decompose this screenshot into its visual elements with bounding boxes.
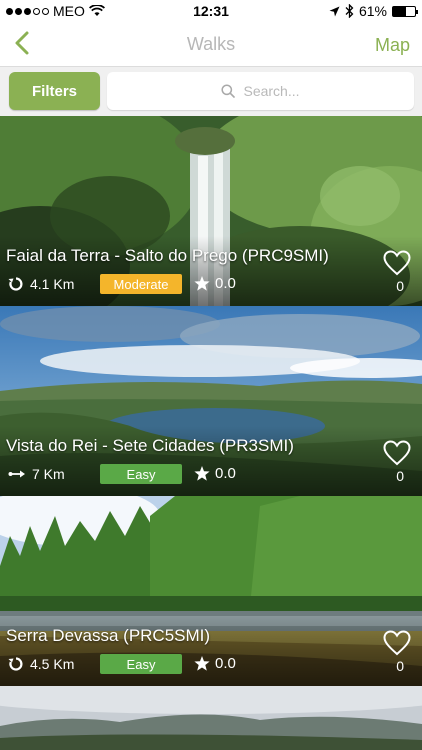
map-button[interactable]: Map (375, 35, 410, 56)
system-indicators: 61% (329, 3, 418, 19)
difficulty-badge: Moderate (100, 274, 182, 294)
walk-distance: 4.1 Km (8, 276, 74, 292)
walk-rating: 0.0 (194, 275, 236, 292)
bluetooth-icon (345, 4, 354, 18)
favorites-count: 0 (396, 468, 404, 484)
rating-value: 0.0 (215, 655, 236, 672)
walk-rating: 0.0 (194, 655, 236, 672)
walk-title: Faial da Terra - Salto do Prego (PRC9SMI… (6, 246, 329, 265)
walk-card[interactable] (0, 686, 422, 750)
rating-value: 0.0 (215, 275, 236, 292)
rating-value: 0.0 (215, 465, 236, 482)
distance-value: 4.5 Km (30, 656, 75, 672)
nav-bar: Walks Map (0, 22, 422, 66)
battery-icon (392, 5, 418, 17)
walk-distance: 4.5 Km (8, 656, 74, 672)
difficulty-badge: Easy (100, 654, 182, 674)
heart-icon[interactable] (383, 250, 411, 276)
page-title: Walks (186, 34, 236, 54)
loop-route-icon (8, 657, 23, 671)
walk-card[interactable]: Serra Devassa (PRC5SMI) 4.5 Km Easy 0.0 … (0, 496, 422, 686)
star-icon (194, 656, 210, 671)
filters-button[interactable]: Filters (9, 72, 100, 110)
search-placeholder: Search... (243, 83, 300, 99)
star-icon (194, 466, 210, 481)
linear-route-icon (8, 470, 25, 478)
search-icon (221, 84, 236, 98)
favorites-count: 0 (396, 278, 404, 294)
star-icon (194, 276, 210, 291)
filter-bar: Filters Search... (0, 66, 422, 116)
distance-value: 4.1 Km (30, 276, 75, 292)
walk-card[interactable]: Vista do Rei - Sete Cidades (PR3SMI) 7 K… (0, 306, 422, 496)
walk-title: Vista do Rei - Sete Cidades (PR3SMI) (6, 436, 294, 455)
difficulty-badge: Easy (100, 464, 182, 484)
walk-title: Serra Devassa (PRC5SMI) (6, 626, 211, 645)
favorites-count: 0 (396, 658, 404, 674)
walk-photo-mountains (0, 686, 422, 750)
loop-route-icon (8, 277, 23, 291)
search-input[interactable]: Search... (107, 72, 414, 110)
walk-distance: 7 Km (8, 466, 65, 482)
location-arrow-icon (329, 6, 340, 16)
walk-card[interactable]: Faial da Terra - Salto do Prego (PRC9SMI… (0, 116, 422, 306)
distance-value: 7 Km (32, 466, 65, 482)
heart-icon[interactable] (383, 630, 411, 656)
status-bar: MEO 12:31 61% (0, 0, 422, 22)
walk-rating: 0.0 (194, 465, 236, 482)
heart-icon[interactable] (383, 440, 411, 466)
battery-percent: 61% (358, 3, 387, 19)
